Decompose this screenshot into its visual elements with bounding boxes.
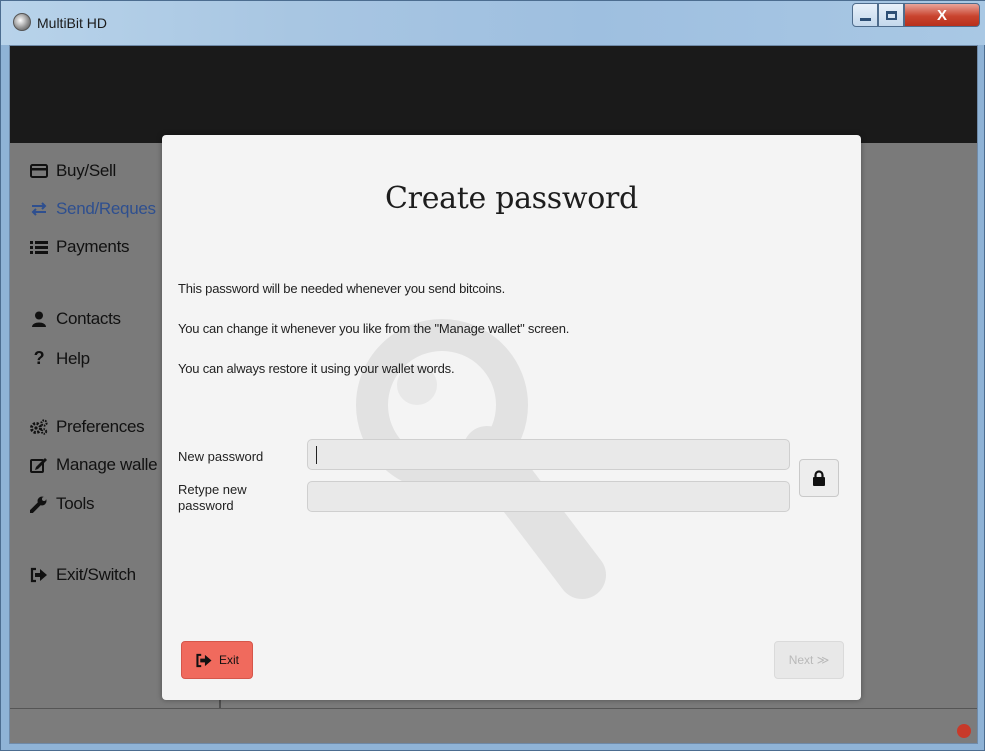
sidebar-item-preferences[interactable]: Preferences [28, 417, 145, 437]
sidebar-item-label: Manage walle [56, 455, 158, 474]
info-text-restore: You can always restore it using your wal… [178, 361, 455, 376]
close-icon: X [936, 6, 947, 24]
sidebar-item-label: Send/Reques [56, 199, 156, 218]
retype-password-input[interactable] [307, 481, 790, 512]
edit-icon [28, 457, 50, 473]
new-password-input[interactable] [307, 439, 790, 470]
sidebar-item-buy-sell[interactable]: Buy/Sell [28, 161, 116, 181]
sidebar-item-label: Preferences [56, 417, 145, 436]
sidebar-item-tools[interactable]: Tools [28, 494, 94, 514]
connection-status-dot [957, 724, 971, 738]
user-icon [28, 311, 50, 327]
header-band [10, 46, 977, 143]
exit-button[interactable]: Exit [181, 641, 253, 679]
exit-button-label: Exit [218, 653, 239, 667]
sidebar-item-label: Help [56, 348, 90, 368]
list-icon [28, 240, 50, 254]
create-password-dialog: Create password This password will be ne… [162, 135, 861, 700]
status-bar [10, 708, 977, 743]
maximize-button[interactable] [878, 3, 904, 27]
sidebar-item-manage-wallet[interactable]: Manage walle [28, 455, 158, 475]
lock-icon [813, 469, 825, 486]
sidebar-item-exit-switch[interactable]: Exit/Switch [28, 565, 136, 585]
window-title: MultiBit HD [37, 15, 108, 31]
sidebar-item-label: Buy/Sell [56, 161, 116, 180]
application-window: MultiBit HD X Buy/Sell Send/Reques Payme… [0, 0, 985, 751]
sidebar-item-label: Contacts [56, 309, 121, 328]
cogs-icon [28, 419, 50, 435]
dialog-title: Create password [385, 181, 638, 216]
sign-out-icon [28, 567, 50, 583]
key-watermark-icon [356, 319, 606, 599]
sidebar-item-label: Payments [56, 237, 130, 256]
text-caret [316, 446, 317, 464]
app-icon [13, 13, 31, 31]
sidebar-item-contacts[interactable]: Contacts [28, 309, 121, 329]
sidebar-item-send-request[interactable]: Send/Reques [28, 199, 156, 219]
next-button-label: Next ≫ [788, 653, 830, 667]
next-button[interactable]: Next ≫ [774, 641, 844, 679]
new-password-label: New password [178, 449, 264, 464]
wrench-icon [28, 495, 50, 513]
retype-password-label: Retype new password [178, 482, 247, 513]
question-icon: ? [33, 348, 45, 368]
minimize-button[interactable] [852, 3, 878, 27]
sign-out-icon [195, 653, 213, 668]
maximize-icon [885, 10, 897, 20]
exchange-arrows-icon [28, 202, 50, 216]
close-button[interactable]: X [904, 3, 980, 27]
window-controls: X [852, 3, 980, 27]
sidebar-item-label: Exit/Switch [56, 565, 136, 584]
sidebar-item-payments[interactable]: Payments [28, 237, 129, 257]
info-text-send: This password will be needed whenever yo… [178, 281, 505, 296]
sidebar-item-help[interactable]: ? Help [28, 348, 90, 369]
title-bar[interactable]: MultiBit HD X [1, 1, 985, 45]
credit-card-icon [28, 164, 50, 178]
info-text-change: You can change it whenever you like from… [178, 321, 570, 336]
sidebar-item-label: Tools [56, 494, 95, 513]
minimize-icon [859, 17, 871, 21]
show-password-toggle[interactable] [799, 459, 839, 497]
